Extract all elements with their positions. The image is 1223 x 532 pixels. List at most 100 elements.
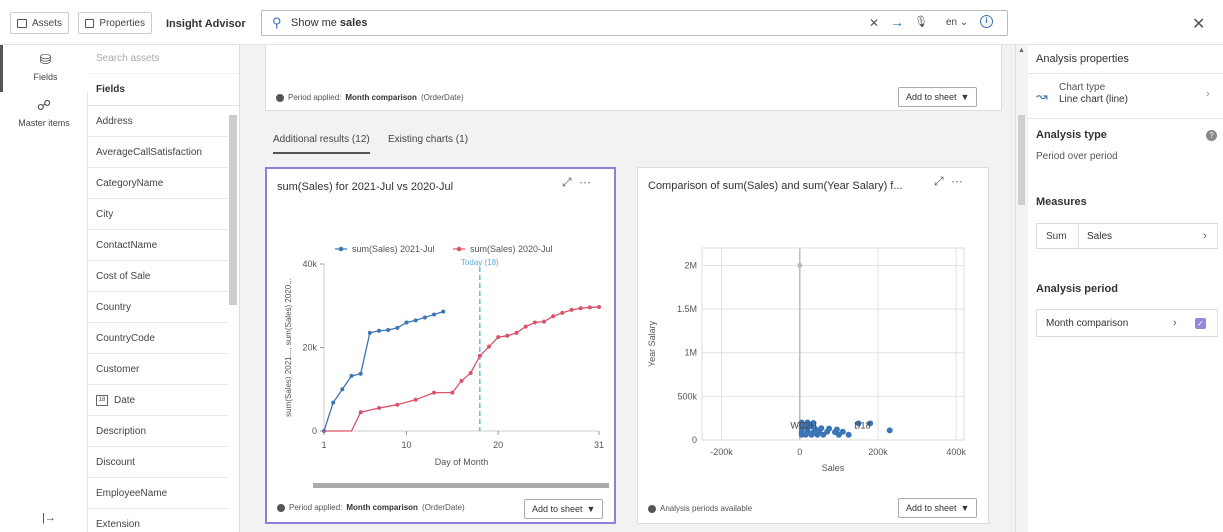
scroll-up-icon[interactable]: ▲ xyxy=(1018,47,1025,54)
point-label: D18 xyxy=(854,420,871,430)
analysis-period-item[interactable]: Month comparison › ✓ xyxy=(1036,309,1218,337)
x-tick-label: 10 xyxy=(401,440,411,450)
legend-label: sum(Sales) 2020-Jul xyxy=(470,244,553,254)
top-toolbar: Assets Properties Insight Advisor ⚲ Show… xyxy=(0,0,1223,45)
assets-button[interactable]: Assets xyxy=(10,12,69,34)
scrollbar-thumb[interactable] xyxy=(1018,115,1025,205)
field-item[interactable]: ContactName xyxy=(88,230,228,261)
assets-label: Assets xyxy=(31,17,62,29)
period-label: Period applied: xyxy=(288,93,342,102)
data-point xyxy=(432,312,436,317)
field-item[interactable]: Cost of Sale xyxy=(88,261,228,292)
collapse-panel-icon[interactable]: |→ xyxy=(42,512,56,524)
search-text-prefix: Show me xyxy=(291,17,340,29)
main-scrollbar[interactable]: ▲ xyxy=(1016,45,1028,532)
help-icon[interactable]: ? xyxy=(1206,130,1217,141)
legend-label: sum(Sales) 2021-Jul xyxy=(352,244,435,254)
measure-item[interactable]: Sum Sales › xyxy=(1036,223,1218,249)
search-bar[interactable]: ⚲ Show me sales ✕ → 🎙 en ⌄ i xyxy=(261,10,1008,36)
data-point xyxy=(459,378,464,383)
add-to-sheet-button[interactable]: Add to sheet ▼ xyxy=(898,498,978,518)
field-item-label: Date xyxy=(114,394,136,406)
data-point xyxy=(441,309,446,314)
info-icon[interactable]: i xyxy=(980,15,993,28)
field-item[interactable]: Discount xyxy=(88,447,228,478)
legend-marker-dot xyxy=(338,246,344,252)
data-point xyxy=(404,320,409,325)
field-item-label: Discount xyxy=(96,456,135,468)
more-options-icon[interactable]: ⋯ xyxy=(951,174,965,188)
scatter-chart-card[interactable]: Comparison of sum(Sales) and sum(Year Sa… xyxy=(637,167,989,524)
add-to-sheet-button[interactable]: Add to sheet ▼ xyxy=(524,499,604,519)
add-to-sheet-label: Add to sheet xyxy=(906,503,957,513)
data-point xyxy=(487,344,491,349)
data-point xyxy=(413,397,418,402)
field-item[interactable]: EmployeeName xyxy=(88,478,228,509)
field-item[interactable]: Country xyxy=(88,292,228,323)
field-item-label: City xyxy=(96,208,114,220)
data-point xyxy=(358,371,363,376)
nav-fields[interactable]: ⛁ Fields xyxy=(0,45,88,92)
chart-type-row[interactable]: ↝ Chart type Line chart (line) › xyxy=(1028,74,1223,118)
more-options-icon[interactable]: ⋯ xyxy=(579,175,593,189)
field-item[interactable]: CategoryName xyxy=(88,168,228,199)
checkbox-checked-icon[interactable]: ✓ xyxy=(1195,318,1206,329)
field-item[interactable]: Address xyxy=(88,106,228,137)
fields-header: Fields xyxy=(88,74,239,106)
language-select[interactable]: en ⌄ xyxy=(946,17,968,28)
add-to-sheet-button[interactable]: Add to sheet ▼ xyxy=(898,87,978,107)
data-point xyxy=(569,307,574,312)
tab-additional-results[interactable]: Additional results (12) xyxy=(273,134,370,154)
submit-arrow-icon[interactable]: → xyxy=(890,14,904,30)
close-icon[interactable]: ✕ xyxy=(1192,14,1205,34)
search-assets-input[interactable]: Search assets xyxy=(88,45,239,74)
data-point xyxy=(578,306,583,311)
dropdown-arrow-icon: ▼ xyxy=(960,503,970,513)
data-point xyxy=(514,330,519,335)
field-item-label: EmployeeName xyxy=(96,487,168,499)
tab-existing-charts[interactable]: Existing charts (1) xyxy=(388,134,468,145)
data-point xyxy=(468,370,473,375)
properties-button[interactable]: Properties xyxy=(78,12,152,34)
chevron-right-icon[interactable]: › xyxy=(1173,317,1177,329)
expand-icon[interactable]: ⤢ xyxy=(562,175,574,189)
field-item[interactable]: AverageCallSatisfaction xyxy=(88,137,228,168)
line-chart-card[interactable]: sum(Sales) for 2021-Jul vs 2020-Jul ⤢ ⋯ … xyxy=(265,167,616,524)
field-item[interactable]: City xyxy=(88,199,228,230)
field-item[interactable]: Customer xyxy=(88,354,228,385)
y-tick-label: 20k xyxy=(302,343,317,353)
data-point xyxy=(532,320,537,325)
period-icon xyxy=(277,503,285,512)
data-point xyxy=(358,410,363,415)
x-tick-label: 0 xyxy=(797,447,802,457)
data-point xyxy=(349,373,354,378)
calendar-icon: 18 xyxy=(96,394,108,406)
field-list-scrollbar[interactable] xyxy=(229,115,237,305)
field-item[interactable]: Extension xyxy=(88,509,228,532)
period-value: Month comparison xyxy=(346,503,418,512)
clear-search-icon[interactable]: ✕ xyxy=(869,16,879,30)
data-point xyxy=(395,325,400,330)
microphone-icon[interactable]: 🎙 xyxy=(914,15,928,28)
data-point xyxy=(542,319,546,324)
data-point xyxy=(377,406,381,411)
expand-icon[interactable]: ⤢ xyxy=(934,174,946,188)
nav-master-items[interactable]: ☍ Master items xyxy=(0,97,88,137)
data-point xyxy=(413,318,418,323)
properties-panel-icon xyxy=(85,18,95,28)
field-item[interactable]: CountryCode xyxy=(88,323,228,354)
analysis-period-value: Month comparison xyxy=(1046,318,1129,329)
field-item[interactable]: Description xyxy=(88,416,228,447)
field-item-label: Extension xyxy=(96,518,140,530)
chevron-right-icon: › xyxy=(1203,230,1207,242)
legend-marker-dot xyxy=(456,246,462,252)
period-value: Month comparison xyxy=(345,93,417,102)
period-label: Period applied: xyxy=(289,503,343,512)
search-input[interactable]: Show me sales xyxy=(291,17,367,29)
data-point xyxy=(551,314,556,319)
properties-label: Properties xyxy=(99,17,145,29)
field-item[interactable]: 18 Date xyxy=(88,385,228,416)
data-point xyxy=(835,431,842,438)
field-item-label: Cost of Sale xyxy=(96,270,151,282)
measure-field: Sales xyxy=(1087,231,1113,242)
